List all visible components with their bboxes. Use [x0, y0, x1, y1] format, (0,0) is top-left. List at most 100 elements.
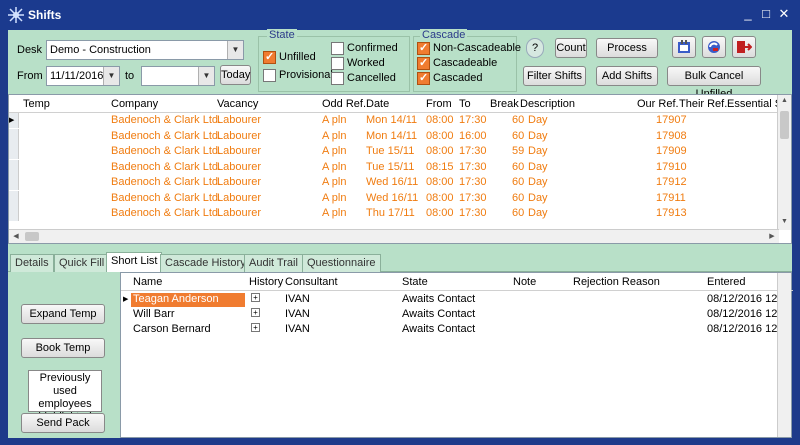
- bulk-cancel-unfilled-button[interactable]: Bulk Cancel Unfilled: [667, 66, 761, 100]
- cell-from: 08:00: [426, 207, 454, 219]
- book-temp-button[interactable]: Book Temp: [21, 338, 105, 358]
- col-history[interactable]: History: [249, 276, 283, 288]
- scroll-up-icon[interactable]: ▲: [780, 97, 789, 107]
- exit-icon: [737, 41, 752, 53]
- cell-state: Awaits Contact: [402, 293, 476, 305]
- send-pack-button[interactable]: Send Pack: [21, 413, 105, 433]
- row-indicator: [9, 190, 19, 206]
- maximize-button[interactable]: □: [758, 6, 774, 22]
- shifts-grid[interactable]: Temp Company Vacancy Odd Ref. Date From …: [8, 94, 792, 244]
- table-row[interactable]: Badenoch & Clark Ltd. Labourer A pln Thu 17…: [9, 206, 779, 222]
- table-row[interactable]: Badenoch & Clark Ltd. Labourer A pln Tue 15…: [9, 144, 779, 160]
- short-list-scrollbar[interactable]: [777, 273, 791, 437]
- cell-state: Awaits Contact: [402, 323, 476, 335]
- exit-button[interactable]: [732, 36, 756, 58]
- add-shifts-button[interactable]: Add Shifts: [596, 66, 658, 86]
- table-row[interactable]: ▶ Badenoch & Clark Ltd. Labourer A pln Mon 1…: [9, 113, 779, 129]
- provisional-label: Provisional: [279, 69, 333, 81]
- cell-date: Mon 14/11: [366, 129, 418, 142]
- col-company[interactable]: Company: [111, 98, 158, 110]
- list-item[interactable]: ▶ Teagan Anderson + IVAN Awaits Contact 08/12…: [121, 292, 793, 307]
- col-entered[interactable]: Entered: [707, 276, 746, 288]
- col-from[interactable]: From: [426, 98, 452, 110]
- chevron-down-icon[interactable]: ▼: [198, 67, 214, 85]
- table-row[interactable]: Badenoch & Clark Ltd. Labourer A pln Mon 14…: [9, 128, 779, 145]
- list-item[interactable]: Will Barr + IVAN Awaits Contact 08/12/2016 1…: [121, 307, 793, 322]
- row-indicator: [9, 175, 19, 190]
- col-description[interactable]: Description: [520, 98, 575, 110]
- cell-vacancy: Labourer: [217, 114, 262, 126]
- cell-ref: 17909: [656, 145, 687, 157]
- today-button[interactable]: Today: [220, 65, 251, 85]
- cell-break: 60: [512, 114, 525, 126]
- filter-shifts-button[interactable]: Filter Shifts: [523, 66, 586, 86]
- scroll-thumb[interactable]: [780, 111, 789, 139]
- non-cascadeable-label: Non-Cascadeable: [433, 42, 522, 54]
- candidate-name[interactable]: Carson Bernard: [131, 323, 245, 337]
- short-list-header: Name History Consultant State Note Rejec…: [121, 273, 793, 291]
- expand-history-icon[interactable]: +: [251, 308, 260, 317]
- tab-details[interactable]: Details: [10, 254, 54, 272]
- to-date-field[interactable]: ▼: [141, 66, 215, 86]
- scroll-right-icon[interactable]: ▶: [767, 231, 777, 242]
- col-note[interactable]: Note: [513, 276, 536, 288]
- candidate-name[interactable]: Teagan Anderson: [131, 293, 245, 307]
- horizontal-scrollbar[interactable]: ◀ ▶: [9, 229, 779, 243]
- cell-date: Tue 15/11: [366, 160, 415, 173]
- refresh-button[interactable]: [702, 36, 726, 58]
- expand-history-icon[interactable]: +: [251, 323, 260, 332]
- cascadeable-label: Cascadeable: [433, 57, 498, 69]
- col-rejection-reason[interactable]: Rejection Reason: [573, 276, 660, 288]
- expand-temp-button[interactable]: Expand Temp: [21, 304, 105, 324]
- desk-select[interactable]: Demo - Construction ▼: [46, 40, 244, 60]
- hscroll-thumb[interactable]: [25, 232, 39, 241]
- calendar-icon: [678, 40, 690, 53]
- table-row[interactable]: Badenoch & Clark Ltd. Labourer A pln Tue 15…: [9, 159, 779, 176]
- minimize-button[interactable]: _: [740, 6, 756, 22]
- col-vacancy[interactable]: Vacancy: [217, 98, 258, 110]
- col-our-ref[interactable]: Our Ref.: [637, 98, 679, 110]
- cell-odd: A pln: [322, 191, 347, 204]
- from-date-field[interactable]: 11/11/2016 ▼: [46, 66, 120, 86]
- table-row[interactable]: Badenoch & Clark Ltd. Labourer A pln Wed 16…: [9, 190, 779, 207]
- help-button[interactable]: ?: [526, 38, 544, 58]
- scroll-down-icon[interactable]: ▼: [780, 218, 789, 228]
- checkbox-icon: [331, 72, 344, 85]
- list-item[interactable]: Carson Bernard + IVAN Awaits Contact 08/12/2…: [121, 322, 793, 337]
- cell-to: 17:30: [459, 191, 487, 204]
- table-row[interactable]: Badenoch & Clark Ltd. Labourer A pln Wed 16…: [9, 175, 779, 191]
- col-essential[interactable]: Essential S: [727, 98, 782, 110]
- expand-history-icon[interactable]: +: [251, 293, 260, 302]
- col-name[interactable]: Name: [133, 276, 162, 288]
- calendar-export-button[interactable]: [672, 36, 696, 58]
- cell-entered: 08/12/2016 12: [707, 293, 778, 305]
- tab-quick-fill[interactable]: Quick Fill: [54, 254, 110, 272]
- cell-break: 60: [512, 191, 525, 204]
- col-to[interactable]: To: [459, 98, 471, 110]
- shifts-window: Shifts _ □ ✕ Desk Demo - Construction ▼ …: [0, 0, 800, 445]
- count-button[interactable]: Count: [555, 38, 587, 58]
- tab-questionnaire[interactable]: Questionnaire: [302, 254, 381, 272]
- tab-short-list[interactable]: Short List: [106, 252, 163, 273]
- tab-audit-trail[interactable]: Audit Trail: [244, 254, 303, 272]
- checkbox-icon: [263, 69, 276, 82]
- process-button[interactable]: Process: [596, 38, 658, 58]
- close-button[interactable]: ✕: [776, 6, 792, 22]
- chevron-down-icon[interactable]: ▼: [103, 67, 119, 85]
- col-temp[interactable]: Temp: [23, 98, 50, 110]
- col-state[interactable]: State: [402, 276, 428, 288]
- col-break[interactable]: Break: [490, 98, 519, 110]
- short-list-grid[interactable]: Name History Consultant State Note Rejec…: [120, 272, 793, 438]
- col-consultant[interactable]: Consultant: [285, 276, 338, 288]
- tab-cascade-history[interactable]: Cascade History: [160, 254, 251, 272]
- col-odd-ref[interactable]: Odd Ref.: [322, 98, 366, 110]
- candidate-name[interactable]: Will Barr: [131, 308, 245, 322]
- cell-break: 60: [512, 176, 525, 188]
- col-their-ref[interactable]: Their Ref.: [679, 98, 727, 110]
- col-date[interactable]: Date: [366, 98, 389, 110]
- cell-company: Badenoch & Clark Ltd.: [111, 160, 222, 173]
- vertical-scrollbar[interactable]: ▲ ▼: [777, 95, 791, 230]
- cell-ref: 17910: [656, 160, 687, 173]
- scroll-left-icon[interactable]: ◀: [11, 231, 21, 242]
- chevron-down-icon[interactable]: ▼: [227, 41, 243, 59]
